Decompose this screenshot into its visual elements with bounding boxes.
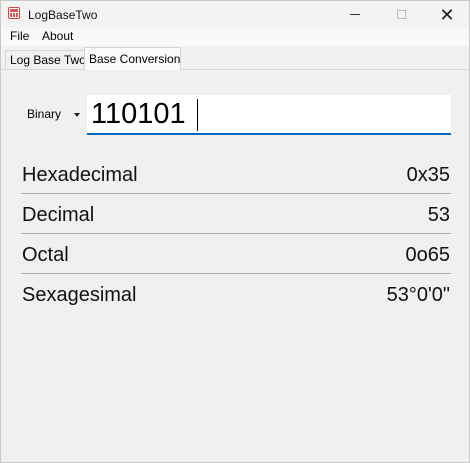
result-label: Decimal bbox=[22, 204, 95, 226]
close-button[interactable]: ✕ bbox=[425, 1, 469, 28]
menu-about[interactable]: About bbox=[42, 29, 73, 43]
result-label: Octal bbox=[22, 244, 69, 266]
result-label: Hexadecimal bbox=[22, 164, 138, 186]
result-value: 53 bbox=[427, 204, 450, 226]
tab-base-conversion[interactable]: Base Conversion bbox=[84, 47, 181, 70]
app-icon bbox=[8, 7, 20, 19]
maximize-button[interactable] bbox=[379, 1, 423, 28]
chevron-down-icon bbox=[74, 113, 80, 117]
menu-file[interactable]: File bbox=[10, 29, 29, 43]
menu-bar: File About bbox=[1, 28, 469, 46]
close-icon: ✕ bbox=[439, 4, 455, 25]
window-title: LogBaseTwo bbox=[28, 8, 98, 22]
result-value: 0x35 bbox=[406, 164, 450, 186]
text-caret bbox=[197, 99, 198, 131]
title-bar: LogBaseTwo ✕ bbox=[1, 1, 469, 28]
result-row-octal: Octal 0o65 bbox=[21, 234, 451, 274]
result-value: 53°0'0" bbox=[386, 284, 450, 306]
tab-bar: Log Base Two Base Conversion bbox=[1, 47, 469, 70]
minimize-icon bbox=[350, 14, 360, 15]
result-label: Sexagesimal bbox=[22, 284, 137, 306]
result-row-decimal: Decimal 53 bbox=[21, 194, 451, 234]
result-row-sexagesimal: Sexagesimal 53°0'0" bbox=[21, 274, 451, 314]
value-input[interactable] bbox=[87, 95, 451, 135]
app-window: LogBaseTwo ✕ File About Log Base Two Bas… bbox=[0, 0, 470, 463]
tab-log-base-two[interactable]: Log Base Two bbox=[5, 50, 86, 69]
result-value: 0o65 bbox=[405, 244, 451, 266]
maximize-icon bbox=[396, 10, 406, 19]
result-row-hexadecimal: Hexadecimal 0x35 bbox=[21, 154, 451, 194]
minimize-button[interactable] bbox=[333, 1, 377, 28]
